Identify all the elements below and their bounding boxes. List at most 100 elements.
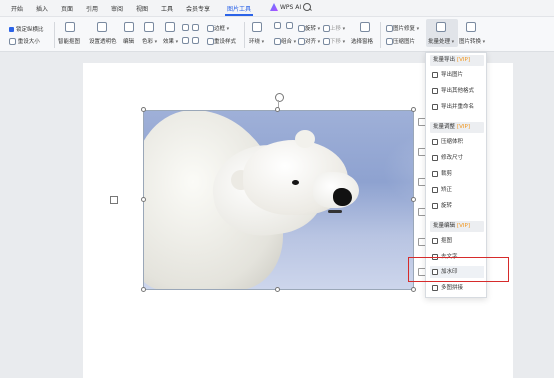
lock-ratio-checkbox[interactable]: 锁定纵横比 [9,25,44,33]
resize-handle-l[interactable] [141,197,146,202]
crop-icon[interactable] [182,37,189,44]
active-tab-indicator [225,14,253,16]
item-label: 裁剪 [441,171,453,177]
edit-icon[interactable] [124,22,134,34]
align-icon [298,38,305,45]
rotate-icon [432,203,438,209]
border-icon [207,25,214,32]
smart-crop-button[interactable]: 智能抠图 [58,37,80,45]
menu-item-rotate[interactable]: 旋转 [430,200,484,212]
convert-button[interactable]: 图片转换 [459,37,485,45]
effects-icon[interactable] [165,22,175,34]
resize-handle-tl[interactable] [141,107,146,112]
menu-member[interactable]: 会员专享 [186,4,210,13]
menu-start[interactable]: 开始 [11,4,23,13]
checkbox-checked-icon [9,27,14,32]
effects-button[interactable]: 效果 [163,37,178,45]
menu-insert[interactable]: 插入 [36,4,48,13]
border-label: 边框 [214,26,226,32]
resize-handle-b[interactable] [275,287,280,292]
restore-button[interactable]: 图片修复 [386,24,419,32]
selection-pane-button[interactable]: 选择窗格 [351,37,373,45]
divider [244,22,245,48]
set-transparent-button[interactable]: 设置透明色 [89,37,117,45]
compress-icon [386,38,393,45]
resize-handle-bl[interactable] [141,287,146,292]
menu-item-export-images[interactable]: 导出图片 [430,69,484,81]
item-label: 抠图 [441,238,453,244]
transparent-color-icon[interactable] [97,22,107,34]
reset-size-icon [9,38,16,45]
brightness-icon[interactable] [182,24,189,31]
menu-review[interactable]: 审阅 [111,4,123,13]
menu-item-correct[interactable]: 矫正 [430,184,484,196]
menu-item-compress[interactable]: 压缩体积 [430,136,484,148]
menu-item-stitch[interactable]: 多图拼接 [430,282,484,294]
selection-pane-icon[interactable] [360,22,370,34]
section-header-edit: 批量编辑 [VIP] [430,221,484,232]
wrap-icon[interactable] [252,22,262,34]
menu-reference[interactable]: 引用 [86,4,98,13]
batch-process-icon[interactable] [436,22,446,34]
align-top-icon[interactable] [274,22,281,29]
wps-ai-label: WPS AI [280,3,302,11]
wrap-button[interactable]: 环绕 [249,37,264,45]
smart-crop-icon[interactable] [65,22,75,34]
layout-options-icon[interactable] [110,196,118,204]
convert-icon[interactable] [466,22,476,34]
restore-icon [386,25,393,32]
combine-button[interactable]: 组合 [274,37,296,45]
item-label: 导出其他格式 [441,88,475,94]
color-button[interactable]: 色彩 [142,37,157,45]
menu-bar: 开始 插入 页面 引用 审阅 视图 工具 会员专享 图片工具 WPS AI [0,0,554,17]
menu-page[interactable]: 页面 [61,4,73,13]
export-image-icon [432,72,438,78]
align-label: 对齐 [305,39,317,45]
resize-icon [432,155,438,161]
vip-badge: [VIP] [457,57,471,63]
batch-process-button[interactable]: 批量处理 [428,37,454,45]
resize-handle-br[interactable] [411,287,416,292]
section-header-adjust: 批量调整 [VIP] [430,122,484,133]
rotate-style-label: 重设样式 [214,39,237,45]
move-down-label: 下移 [330,39,342,45]
flip-icon[interactable] [192,37,199,44]
color-icon[interactable] [144,22,154,34]
compress-button[interactable]: 压缩图片 [386,37,415,45]
menu-tools[interactable]: 工具 [161,4,173,13]
edit-button[interactable]: 编辑 [123,37,134,45]
rotate-label: 旋转 [305,26,317,32]
menu-item-export-other-format[interactable]: 导出其他格式 [430,85,484,97]
stitch-icon [432,285,438,291]
selection-border [143,110,414,290]
combine-icon [274,38,281,45]
menu-picture-tools[interactable]: 图片工具 [227,4,251,13]
menu-item-resize[interactable]: 修改尺寸 [430,152,484,164]
contrast-icon[interactable] [192,24,199,31]
move-up-icon [323,25,330,32]
resize-handle-r[interactable] [411,197,416,202]
align-button[interactable]: 对齐 [298,37,320,45]
rotate-button[interactable]: 旋转 [298,24,320,32]
compress-label: 压缩图片 [393,39,416,45]
menu-item-cutout[interactable]: 抠图 [430,235,484,247]
move-up-button[interactable]: 上移 [323,24,345,32]
lock-ratio-label: 锁定纵横比 [16,27,44,33]
rotate-style-button[interactable]: 重设样式 [207,37,236,45]
wps-ai-button[interactable]: WPS AI [270,3,301,11]
border-button[interactable]: 边框 [207,24,229,32]
search-icon[interactable] [303,3,311,11]
resize-handle-tr[interactable] [411,107,416,112]
menu-view[interactable]: 视图 [136,4,148,13]
move-down-button[interactable]: 下移 [323,37,345,45]
reset-size-button[interactable]: 重设大小 [9,37,40,45]
resize-handle-t[interactable] [275,107,280,112]
menu-item-crop[interactable]: 裁剪 [430,168,484,180]
item-label: 压缩体积 [441,139,464,145]
reset-style-icon [207,38,214,45]
menu-item-export-rename[interactable]: 导出并重命名 [430,101,484,113]
align-mid-icon[interactable] [286,22,293,29]
rotate-icon [298,25,305,32]
move-up-label: 上移 [330,26,342,32]
rotate-handle[interactable] [275,93,284,102]
